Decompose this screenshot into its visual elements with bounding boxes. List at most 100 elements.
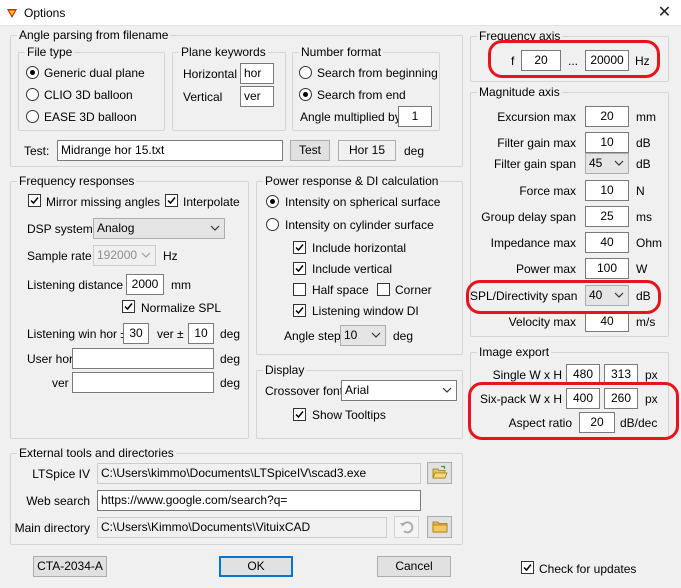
vertical-keyword-label: Vertical [183, 90, 223, 104]
search-beginning-label: Search from beginning [317, 66, 438, 80]
filter-gain-max-input[interactable]: 10 [585, 132, 629, 153]
chevron-down-icon [210, 225, 220, 231]
show-tooltips-label: Show Tooltips [312, 408, 386, 422]
search-beginning-radio[interactable] [299, 66, 312, 79]
power-max-input[interactable]: 100 [585, 258, 629, 279]
half-space-checkbox[interactable] [293, 283, 306, 296]
listening-win-hor-input[interactable]: 30 [123, 323, 149, 344]
frequency-axis-highlight [488, 40, 660, 78]
ltspice-path-input[interactable]: C:\Users\kimmo\Documents\LTSpiceIV\scad3… [97, 463, 421, 484]
angle-step-select[interactable]: 10 [340, 325, 386, 346]
browse-directory-button[interactable] [427, 516, 452, 538]
undo-icon [400, 521, 414, 534]
interpolate-label: Interpolate [183, 195, 240, 209]
main-directory-label: Main directory [14, 521, 90, 535]
force-max-label: Force max [519, 184, 576, 198]
open-folder-icon [432, 465, 448, 479]
search-end-radio[interactable] [299, 88, 312, 101]
velocity-max-input[interactable]: 40 [585, 311, 629, 332]
user-ver-unit: deg [220, 376, 241, 390]
intensity-cylinder-label: Intensity on cylinder surface [285, 218, 434, 232]
crossover-font-label: Crossover font [265, 384, 344, 398]
include-horizontal-checkbox[interactable] [293, 241, 306, 254]
force-max-input[interactable]: 10 [585, 180, 629, 201]
file-type-legend: File type [25, 45, 75, 59]
cancel-button[interactable]: Cancel [377, 556, 451, 577]
normalize-spl-label: Normalize SPL [141, 301, 222, 315]
chevron-down-icon [614, 160, 624, 166]
interpolate-checkbox[interactable] [165, 194, 178, 207]
check-icon [295, 244, 304, 252]
intensity-spherical-radio[interactable] [266, 195, 279, 208]
open-folder-button[interactable] [427, 462, 452, 484]
horizontal-keyword-label: Horizontal [183, 67, 238, 81]
cta-2034-button[interactable]: CTA-2034-A [33, 556, 107, 577]
sample-rate-select[interactable]: 192000 [93, 245, 156, 266]
user-ver-input[interactable] [72, 372, 214, 393]
listening-win-ver-input[interactable]: 10 [188, 323, 214, 344]
test-button[interactable]: Test [290, 140, 330, 161]
user-hor-input[interactable] [72, 348, 214, 369]
horizontal-keyword-input[interactable]: hor [240, 63, 274, 84]
file-type-clio-label: CLIO 3D balloon [44, 88, 133, 102]
main-directory-input[interactable]: C:\Users\Kimmo\Documents\VituixCAD [97, 517, 387, 538]
frequency-responses-legend: Frequency responses [17, 174, 137, 188]
single-size-label: Single W x H [492, 368, 562, 382]
file-type-ease-radio[interactable] [26, 110, 39, 123]
single-size-unit: px [645, 368, 658, 382]
check-icon [30, 197, 39, 205]
user-hor-unit: deg [220, 352, 241, 366]
web-search-input[interactable]: https://www.google.com/search?q= [97, 490, 421, 511]
listening-distance-unit: mm [171, 278, 191, 292]
corner-checkbox[interactable] [377, 283, 390, 296]
crossover-font-select[interactable]: Arial [341, 380, 457, 401]
dsp-system-select[interactable]: Analog [93, 218, 225, 239]
ltspice-label: LTSpice IV [32, 467, 90, 481]
check-updates-checkbox[interactable] [521, 561, 534, 574]
ok-button[interactable]: OK [219, 556, 293, 577]
angle-step-unit: deg [393, 329, 414, 343]
search-end-label: Search from end [317, 88, 406, 102]
mirror-angles-checkbox[interactable] [28, 194, 41, 207]
include-vertical-checkbox[interactable] [293, 262, 306, 275]
mirror-angles-label: Mirror missing angles [46, 195, 161, 209]
show-tooltips-checkbox[interactable] [293, 408, 306, 421]
intensity-spherical-label: Intensity on spherical surface [285, 195, 441, 209]
group-delay-span-input[interactable]: 25 [585, 206, 629, 227]
display-legend: Display [263, 363, 307, 377]
file-type-clio-radio[interactable] [26, 88, 39, 101]
listening-distance-label: Listening distance [27, 278, 124, 292]
filter-gain-span-select[interactable]: 45 [585, 153, 629, 174]
vertical-keyword-input[interactable]: ver [240, 86, 274, 107]
listening-win-unit: deg [220, 327, 241, 341]
file-type-generic-radio[interactable] [26, 66, 39, 79]
close-icon[interactable]: ✕ [648, 0, 681, 26]
chevron-down-icon [442, 387, 452, 393]
include-vertical-label: Include vertical [312, 262, 393, 276]
intensity-cylinder-radio[interactable] [266, 218, 279, 231]
group-delay-span-label: Group delay span [481, 210, 576, 224]
plane-keywords-legend: Plane keywords [179, 45, 268, 59]
reset-directory-button[interactable] [394, 516, 419, 538]
half-space-label: Half space [312, 283, 369, 297]
impedance-max-input[interactable]: 40 [585, 232, 629, 253]
impedance-max-label: Impedance max [490, 236, 576, 250]
test-filename-input[interactable]: Midrange hor 15.txt [57, 140, 283, 161]
normalize-spl-checkbox[interactable] [122, 300, 135, 313]
angle-multiplier-label: Angle multiplied by [300, 110, 401, 124]
corner-label: Corner [395, 283, 432, 297]
filter-gain-max-unit: dB [636, 136, 651, 150]
listening-distance-input[interactable]: 2000 [126, 274, 164, 295]
angle-multiplier-input[interactable]: 1 [398, 106, 432, 127]
group-delay-span-unit: ms [636, 210, 652, 224]
external-tools-legend: External tools and directories [17, 446, 176, 460]
excursion-max-input[interactable]: 20 [585, 106, 629, 127]
check-icon [124, 303, 133, 311]
angle-parsing-legend: Angle parsing from filename [17, 28, 171, 42]
sample-rate-label: Sample rate [27, 249, 92, 263]
power-max-unit: W [636, 262, 648, 276]
angle-step-label: Angle step [284, 329, 341, 343]
listening-window-di-checkbox[interactable] [293, 304, 306, 317]
image-export-legend: Image export [477, 345, 552, 359]
file-type-generic-label: Generic dual plane [44, 66, 145, 80]
